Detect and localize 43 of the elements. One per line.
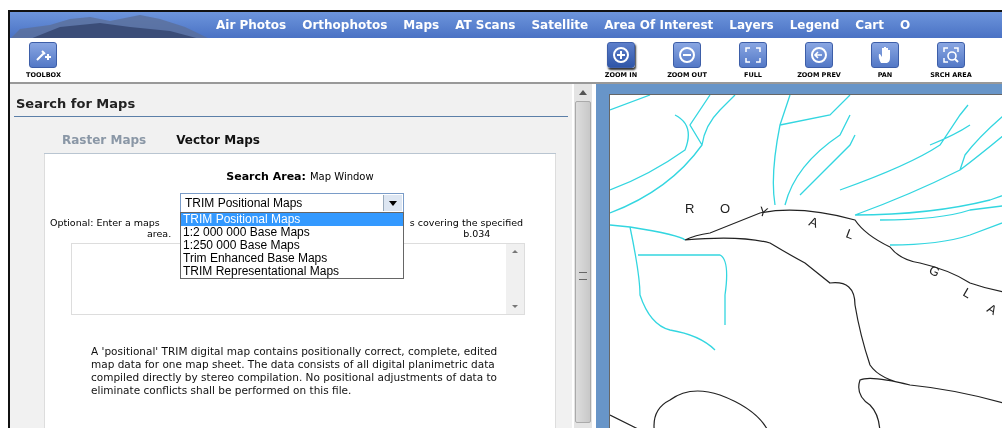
map-label-letter: L [960,284,975,302]
wrench-plus-icon [29,42,58,68]
nav-link[interactable]: Air Photos [216,18,287,32]
panel-scrollbar[interactable] [574,84,592,428]
instruction-text: s covering the specified [409,217,524,228]
nav-link[interactable]: AT Scans [455,18,516,32]
map-label-letter: O [720,201,731,216]
zoom-in-icon [607,42,635,68]
nav-link[interactable]: Layers [729,18,774,32]
nav-link[interactable]: Orthophotos [302,18,388,32]
map-label-letter: A [984,300,1000,318]
scroll-up-icon[interactable] [579,90,587,95]
search-area-label: Search Area: [226,170,306,183]
full-extent-icon [739,42,767,68]
instruction-text: b.034 [463,228,491,239]
dropdown-option[interactable]: 1:2 000 000 Base Maps [181,226,403,239]
instruction-text: area. [147,228,172,239]
dropdown-option[interactable]: Trim Enhanced Base Maps [181,252,403,265]
scroll-thumb[interactable] [575,101,591,423]
map-label-letter: A [806,213,821,231]
map-label-letter: L [843,225,856,243]
map-label-letter: R [685,201,695,216]
search-area-icon [937,42,965,68]
tab[interactable]: Vector Maps [176,133,260,153]
scrollbar[interactable] [506,244,524,314]
search-area-value: Map Window [309,171,374,182]
nav-link[interactable]: O [899,18,911,32]
dropdown-option[interactable]: 1:250 000 Base Maps [181,239,403,252]
hand-icon [871,42,899,68]
nav-link[interactable]: Legend [789,18,840,32]
nav-link[interactable]: Maps [403,18,440,32]
map-description: A 'positional' TRIM digital map contains positionally correct, complete, edited map data for one map sheet. The data consists of all digital planimetric data compiled directly by stereo compilation. No positional adjustments of data to eliminate conflicts shall be performed on this file. [91,345,499,397]
caret-icon [383,195,402,211]
nav-link[interactable]: Cart [855,18,884,32]
instruction-text: Optional: Enter a maps [50,217,160,228]
panel-title: Search for Maps [14,90,568,117]
map-label-letter: G [926,262,943,280]
zoom-out-icon [673,42,701,68]
previous-extent-icon [805,42,833,68]
nav-link[interactable]: Area Of Interest [604,18,714,32]
map-type-dropdown[interactable]: TRIM Positional Maps [180,193,404,213]
nav-link[interactable]: Satellite [531,18,589,32]
dropdown-option[interactable]: TRIM Representational Maps [181,265,403,278]
